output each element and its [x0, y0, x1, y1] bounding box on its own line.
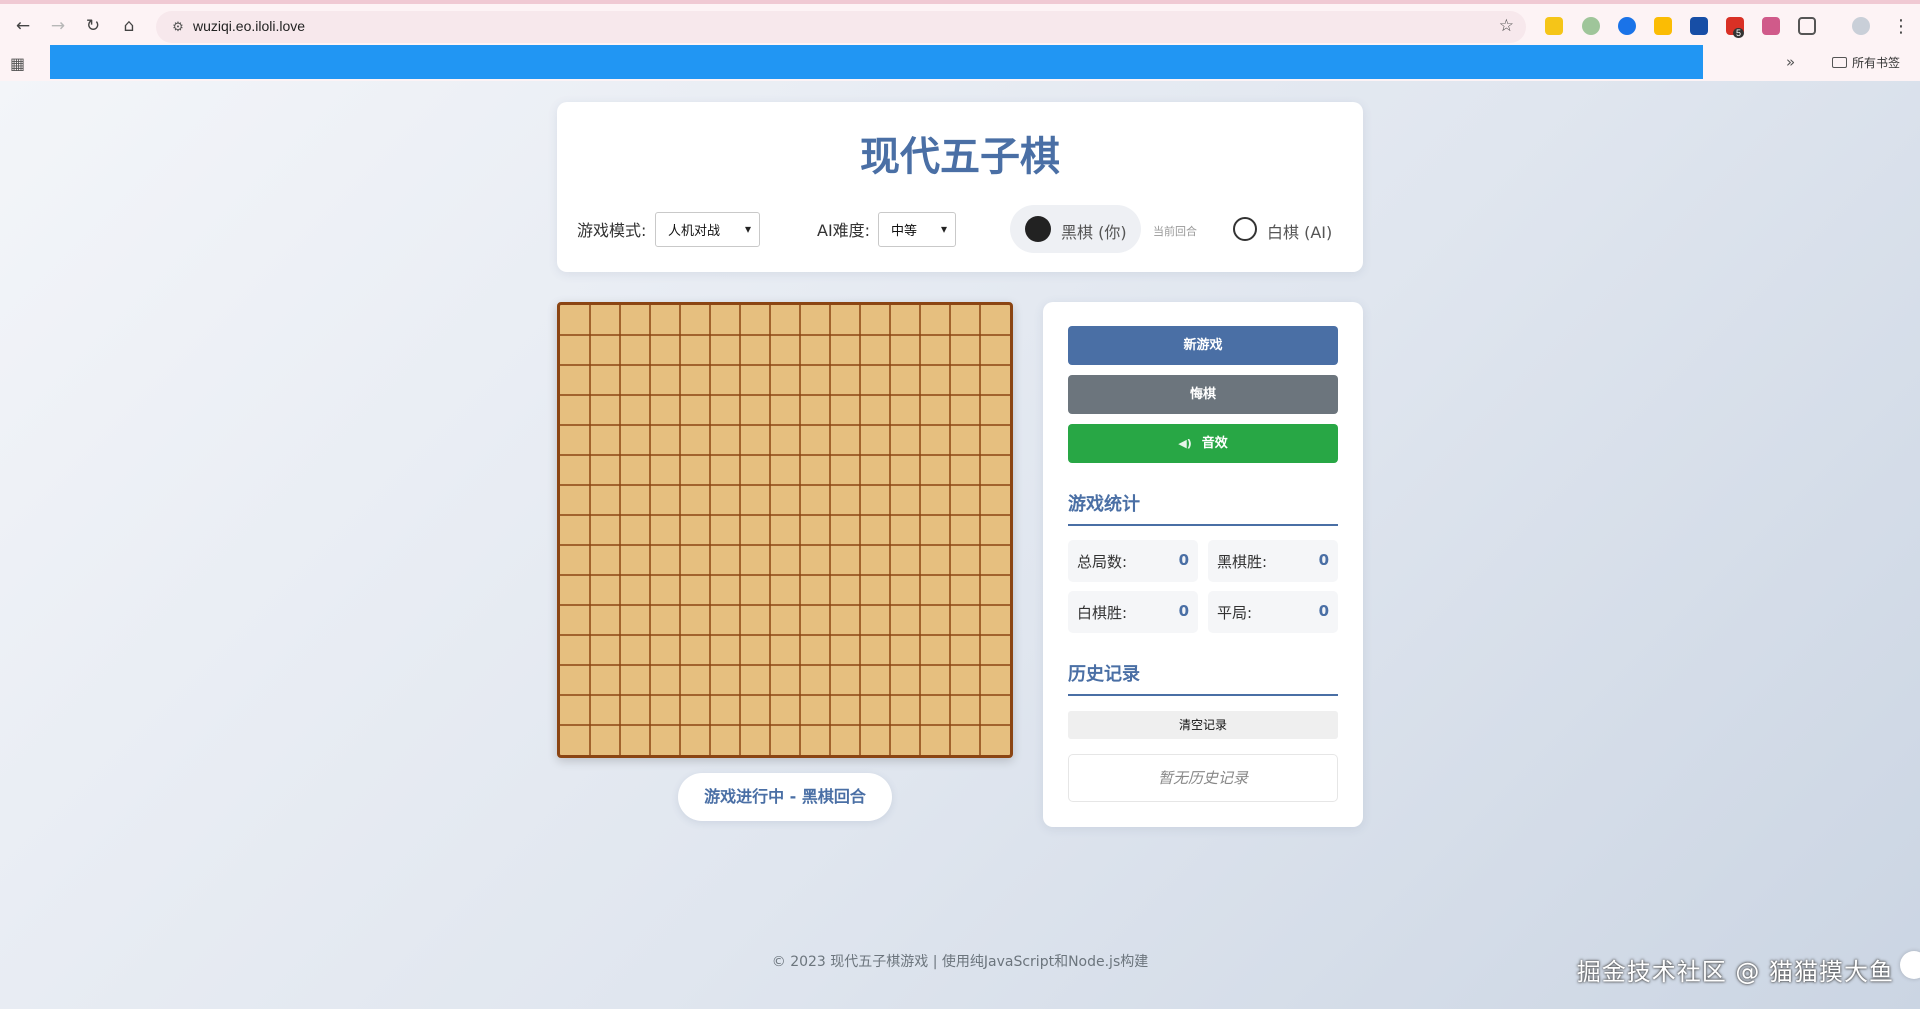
white-stone-icon — [1233, 217, 1257, 241]
stat-total-value: 0 — [1178, 551, 1189, 569]
black-player-label: 黑棋 (你) — [1061, 223, 1127, 242]
history-empty-message: 暂无历史记录 — [1068, 754, 1338, 802]
sound-button[interactable]: ◀) 音效 — [1068, 424, 1338, 463]
history-title: 历史记录 — [1068, 660, 1338, 696]
extension-icon-4[interactable] — [1654, 17, 1672, 35]
difficulty-select[interactable]: 中等 ▾ — [878, 212, 956, 247]
chevron-down-icon: ▾ — [940, 222, 947, 236]
undo-button[interactable]: 悔棋 — [1068, 375, 1338, 414]
stat-white-wins-value: 0 — [1178, 602, 1189, 620]
difficulty-select-value: 中等 — [891, 224, 918, 239]
clear-history-button[interactable]: 清空记录 — [1068, 711, 1338, 739]
mode-select-value: 人机对战 — [668, 224, 721, 239]
extensions-puzzle-icon[interactable] — [1798, 17, 1816, 35]
back-icon[interactable]: ← — [10, 13, 36, 39]
difficulty-label: AI难度: — [817, 221, 871, 240]
bookmarks-bar: ▦ » 所有书签 — [0, 45, 1920, 81]
stats-title: 游戏统计 — [1068, 490, 1338, 526]
stat-black-wins-label: 黑棋胜: — [1217, 553, 1268, 571]
stat-draws: 平局: 0 — [1208, 591, 1338, 633]
bookmark-star-icon[interactable]: ☆ — [1499, 16, 1514, 36]
all-bookmarks-label: 所有书签 — [1852, 56, 1901, 70]
extension-icon-1[interactable] — [1545, 17, 1563, 35]
header-card: 现代五子棋 游戏模式: 人机对战 ▾ AI难度: 中等 ▾ 黑棋 (你) 当前回… — [557, 102, 1363, 272]
mode-select[interactable]: 人机对战 ▾ — [655, 212, 760, 247]
bookmark-strip — [50, 45, 1703, 79]
page-title: 现代五子棋 — [860, 134, 1060, 180]
extension-badge: 5 — [1733, 28, 1745, 38]
address-bar[interactable]: ⚙ wuziqi.eo.iloli.love ☆ — [156, 11, 1526, 43]
home-icon[interactable]: ⌂ — [116, 13, 142, 39]
stat-draws-label: 平局: — [1217, 604, 1253, 622]
floating-widget-icon[interactable] — [1900, 951, 1920, 979]
stat-white-wins: 白棋胜: 0 — [1068, 591, 1198, 633]
extension-icon-3[interactable] — [1618, 17, 1636, 35]
stat-black-wins: 黑棋胜: 0 — [1208, 540, 1338, 582]
game-board[interactable] — [557, 302, 1013, 758]
watermark: 掘金技术社区 @ 猫猫摸大鱼 — [1576, 958, 1894, 986]
extension-icon-2[interactable] — [1582, 17, 1600, 35]
stat-total: 总局数: 0 — [1068, 540, 1198, 582]
all-bookmarks-folder[interactable]: 所有书签 — [1832, 54, 1900, 71]
new-game-button[interactable]: 新游戏 — [1068, 326, 1338, 365]
black-stone-icon — [1025, 216, 1051, 242]
stat-draws-value: 0 — [1318, 602, 1329, 620]
mode-label: 游戏模式: — [577, 221, 647, 240]
speaker-icon: ◀) — [1178, 437, 1192, 450]
chevron-down-icon: ▾ — [744, 222, 751, 236]
reload-icon[interactable]: ↻ — [80, 13, 106, 39]
site-info-icon[interactable]: ⚙ — [168, 17, 188, 37]
bookmarks-overflow-icon[interactable]: » — [1786, 53, 1795, 71]
stat-white-wins-label: 白棋胜: — [1077, 604, 1128, 622]
turn-hint: 当前回合 — [1153, 225, 1197, 238]
page-viewport: 现代五子棋 游戏模式: 人机对战 ▾ AI难度: 中等 ▾ 黑棋 (你) 当前回… — [0, 81, 1920, 1009]
browser-menu-icon[interactable]: ⋮ — [1892, 16, 1910, 37]
game-status: 游戏进行中 - 黑棋回合 — [678, 773, 892, 821]
url-text[interactable]: wuziqi.eo.iloli.love — [193, 18, 305, 34]
stat-total-label: 总局数: — [1077, 553, 1128, 571]
profile-avatar[interactable] — [1852, 17, 1870, 35]
sidebar-panel: 新游戏 悔棋 ◀) 音效 游戏统计 总局数: 0 黑棋胜: 0 白棋胜: 0 平局… — [1043, 302, 1363, 827]
stat-black-wins-value: 0 — [1318, 551, 1329, 569]
folder-icon — [1832, 57, 1847, 68]
browser-toolbar: ← → ↻ ⌂ ⚙ wuziqi.eo.iloli.love ☆ 5 ⋮ — [0, 0, 1920, 45]
board-grid[interactable] — [560, 305, 1010, 755]
extension-icon-7[interactable] — [1762, 17, 1780, 35]
forward-icon[interactable]: → — [45, 13, 71, 39]
apps-grid-icon[interactable]: ▦ — [10, 54, 25, 73]
white-player-label: 白棋 (AI) — [1267, 223, 1333, 242]
black-player-indicator: 黑棋 (你) — [1010, 205, 1141, 253]
extension-icon-5[interactable] — [1690, 17, 1708, 35]
sound-button-label: 音效 — [1201, 436, 1228, 451]
